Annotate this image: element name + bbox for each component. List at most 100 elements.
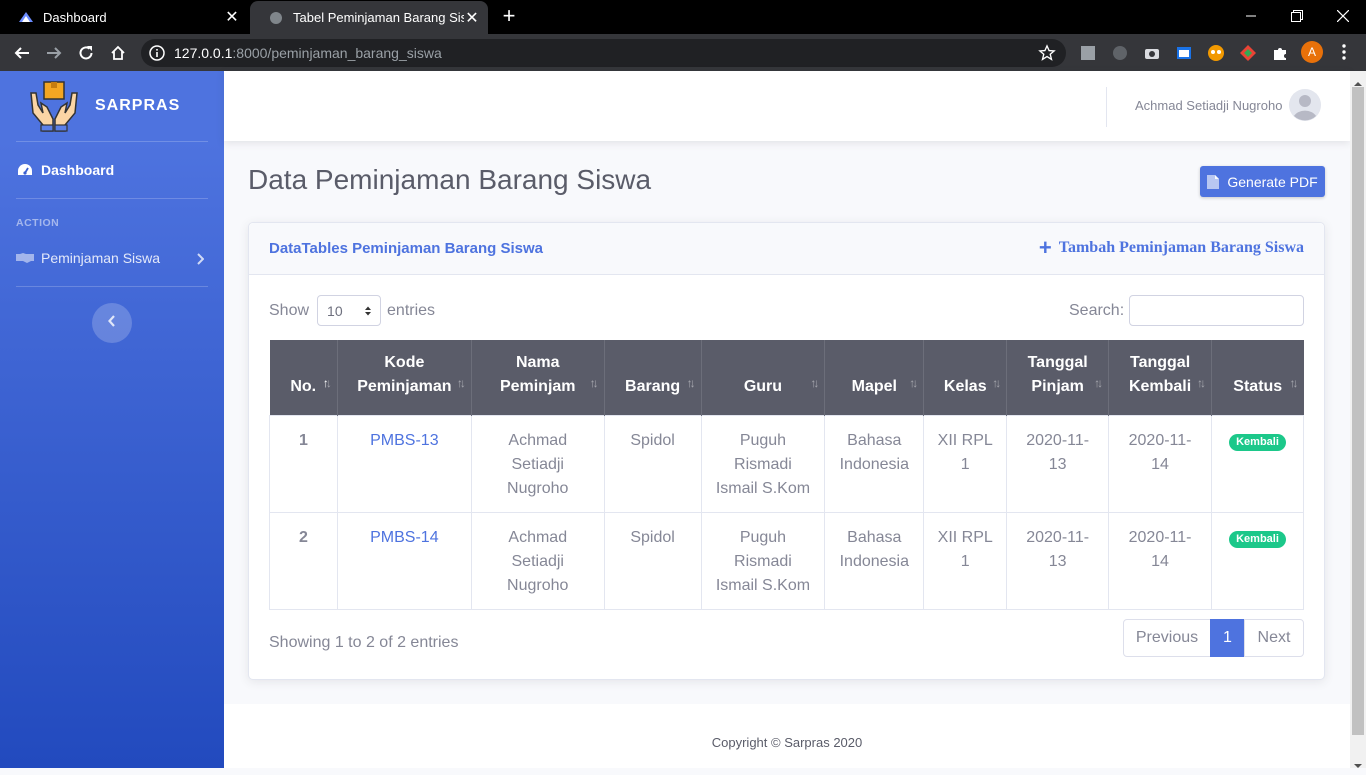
cell-text: XII RPL bbox=[937, 431, 993, 449]
user-name[interactable]: Achmad Setiadji Nugroho bbox=[1135, 98, 1282, 113]
kode-link[interactable]: PMBS-14 bbox=[370, 529, 438, 546]
column-header[interactable]: Barang ↑↓ bbox=[603, 340, 702, 415]
cell-guru: Puguh Rismadi Ismail S.Kom bbox=[700, 414, 826, 513]
cell-mapel: Bahasa Indonesia bbox=[824, 511, 925, 610]
cell-tgl-kembali: 2020-11- 14 bbox=[1108, 511, 1213, 610]
browser-tab-active[interactable]: Tabel Peminjaman Barang Siswa ✕ bbox=[250, 1, 488, 34]
cell-text: 1 bbox=[299, 431, 308, 449]
camera-icon[interactable] bbox=[1143, 44, 1161, 62]
extension-icon[interactable] bbox=[1079, 44, 1097, 62]
cell-text: Ismail S.Kom bbox=[715, 576, 811, 594]
scroll-up-arrow-icon[interactable] bbox=[1354, 75, 1362, 86]
column-header[interactable]: Tanggal Pinjam ↑↓ bbox=[1006, 340, 1109, 415]
sidebar-toggle-button[interactable] bbox=[92, 303, 132, 343]
cell-nama: Achmad Setiadji Nugroho bbox=[470, 511, 605, 610]
minimize-icon[interactable] bbox=[1228, 0, 1274, 32]
page-length-control: Show 10 entries bbox=[269, 295, 435, 326]
previous-page-button[interactable]: Previous bbox=[1123, 619, 1211, 657]
column-header-label: Barang bbox=[625, 377, 681, 395]
reload-icon[interactable] bbox=[74, 41, 98, 65]
cell-no: 2 bbox=[269, 511, 338, 610]
page-title: Data Peminjaman Barang Siswa bbox=[248, 164, 652, 195]
window-close-icon[interactable] bbox=[1320, 0, 1366, 32]
generate-pdf-label: Generate PDF bbox=[1227, 173, 1318, 190]
browser-tab-dashboard[interactable]: Dashboard ✕ bbox=[0, 0, 248, 34]
cell-text: Puguh bbox=[739, 528, 787, 546]
extension-icon[interactable] bbox=[1239, 44, 1257, 62]
cell-text: Setiadji bbox=[511, 455, 564, 473]
cell-guru: Puguh Rismadi Ismail S.Kom bbox=[700, 511, 826, 610]
tab-title: Tabel Peminjaman Barang Siswa bbox=[293, 10, 464, 25]
sidebar-item-dashboard[interactable]: Dashboard bbox=[16, 155, 208, 185]
column-header[interactable]: Status ↑↓ bbox=[1211, 340, 1304, 415]
cell-text: 14 bbox=[1151, 455, 1169, 473]
sidebar-brand[interactable]: SARPRAS bbox=[0, 71, 224, 141]
next-page-button[interactable]: Next bbox=[1244, 619, 1304, 657]
profile-avatar[interactable]: A bbox=[1301, 41, 1323, 63]
sidebar-item-label: Peminjaman Siswa bbox=[41, 250, 161, 266]
table-header-row: No. ↑↓ Kode Peminjaman ↑↓ Nama Peminjam ↑↓ Baran… bbox=[269, 340, 1304, 415]
cell-text: Nugroho bbox=[507, 576, 569, 594]
topbar-divider bbox=[1106, 87, 1107, 127]
cell-text: 14 bbox=[1151, 552, 1169, 570]
cell-status: Kembali bbox=[1211, 511, 1304, 610]
cell-nama: Achmad Setiadji Nugroho bbox=[470, 414, 605, 513]
sidebar-item-peminjaman-siswa[interactable]: Peminjaman Siswa bbox=[16, 243, 208, 273]
sort-arrows-icon: ↑↓ bbox=[1197, 375, 1206, 390]
extension-icon[interactable] bbox=[1207, 44, 1225, 62]
handshake-icon bbox=[16, 249, 34, 267]
new-tab-button[interactable]: + bbox=[498, 5, 520, 27]
status-badge: Kembali bbox=[1229, 530, 1286, 548]
cell-text: Ismail S.Kom bbox=[715, 479, 811, 497]
bookmark-star-icon[interactable] bbox=[1038, 44, 1056, 62]
column-header[interactable]: Kelas ↑↓ bbox=[923, 340, 1007, 415]
scrollbar-thumb[interactable] bbox=[1352, 87, 1364, 735]
page-1-button[interactable]: 1 bbox=[1210, 619, 1245, 657]
puzzle-extensions-icon[interactable] bbox=[1271, 44, 1289, 62]
cell-text: Puguh bbox=[739, 431, 787, 449]
restore-icon[interactable] bbox=[1274, 0, 1320, 32]
column-header[interactable]: Nama Peminjam ↑↓ bbox=[470, 340, 605, 415]
user-avatar-icon[interactable] bbox=[1289, 89, 1321, 121]
sort-arrows-icon: ↑↓ bbox=[1094, 375, 1103, 390]
column-header-label: Nama bbox=[515, 353, 560, 371]
home-icon[interactable] bbox=[106, 41, 130, 65]
status-badge: Kembali bbox=[1229, 433, 1286, 451]
tachometer-icon bbox=[16, 161, 34, 179]
column-header-label: Peminjaman bbox=[357, 377, 452, 395]
browser-menu-icon[interactable] bbox=[1336, 41, 1352, 63]
back-arrow-icon[interactable] bbox=[10, 41, 34, 65]
url-text: 127.0.0.1:8000/peminjaman_barang_siswa bbox=[174, 45, 442, 61]
cell-barang: Spidol bbox=[603, 511, 702, 610]
kode-link[interactable]: PMBS-13 bbox=[370, 432, 438, 449]
cell-kode: PMBS-14 bbox=[336, 511, 472, 610]
extension-icon[interactable] bbox=[1111, 44, 1129, 62]
column-header-label: No. bbox=[290, 377, 317, 395]
column-header[interactable]: Mapel ↑↓ bbox=[824, 340, 924, 415]
scroll-down-arrow-icon[interactable] bbox=[1354, 757, 1362, 768]
cell-mapel: Bahasa Indonesia bbox=[824, 414, 925, 513]
extension-icon[interactable] bbox=[1175, 44, 1193, 62]
search-label: Search: bbox=[1069, 302, 1125, 319]
column-header[interactable]: Guru ↑↓ bbox=[700, 340, 825, 415]
column-header-label: Tanggal bbox=[1129, 353, 1191, 371]
sort-arrows-icon: ↑↓ bbox=[909, 375, 918, 390]
site-info-icon[interactable] bbox=[149, 45, 165, 61]
sort-arrows-icon: ↑↓ bbox=[589, 375, 599, 390]
close-icon[interactable]: ✕ bbox=[464, 10, 480, 27]
column-header[interactable]: Tanggal Kembali ↑↓ bbox=[1108, 340, 1212, 415]
chevron-left-icon bbox=[108, 314, 116, 332]
page-length-select[interactable]: 10 bbox=[317, 295, 382, 326]
column-header[interactable]: Kode Peminjaman ↑↓ bbox=[336, 340, 472, 415]
generate-pdf-button[interactable]: Generate PDF bbox=[1200, 166, 1325, 197]
sort-arrows-icon: ↑↓ bbox=[686, 375, 696, 390]
forward-arrow-icon[interactable] bbox=[42, 41, 66, 65]
add-peminjaman-link[interactable]: + Tambah Peminjaman Barang Siswa bbox=[1039, 237, 1304, 259]
cell-text: 1 bbox=[960, 552, 970, 570]
column-header[interactable]: No. ↑↓ bbox=[269, 340, 338, 415]
search-input[interactable] bbox=[1129, 295, 1304, 326]
address-bar[interactable]: 127.0.0.1:8000/peminjaman_barang_siswa bbox=[141, 39, 1066, 67]
close-icon[interactable]: ✕ bbox=[224, 9, 240, 26]
brand-name: SARPRAS bbox=[95, 97, 181, 114]
sidebar-divider bbox=[16, 286, 208, 287]
